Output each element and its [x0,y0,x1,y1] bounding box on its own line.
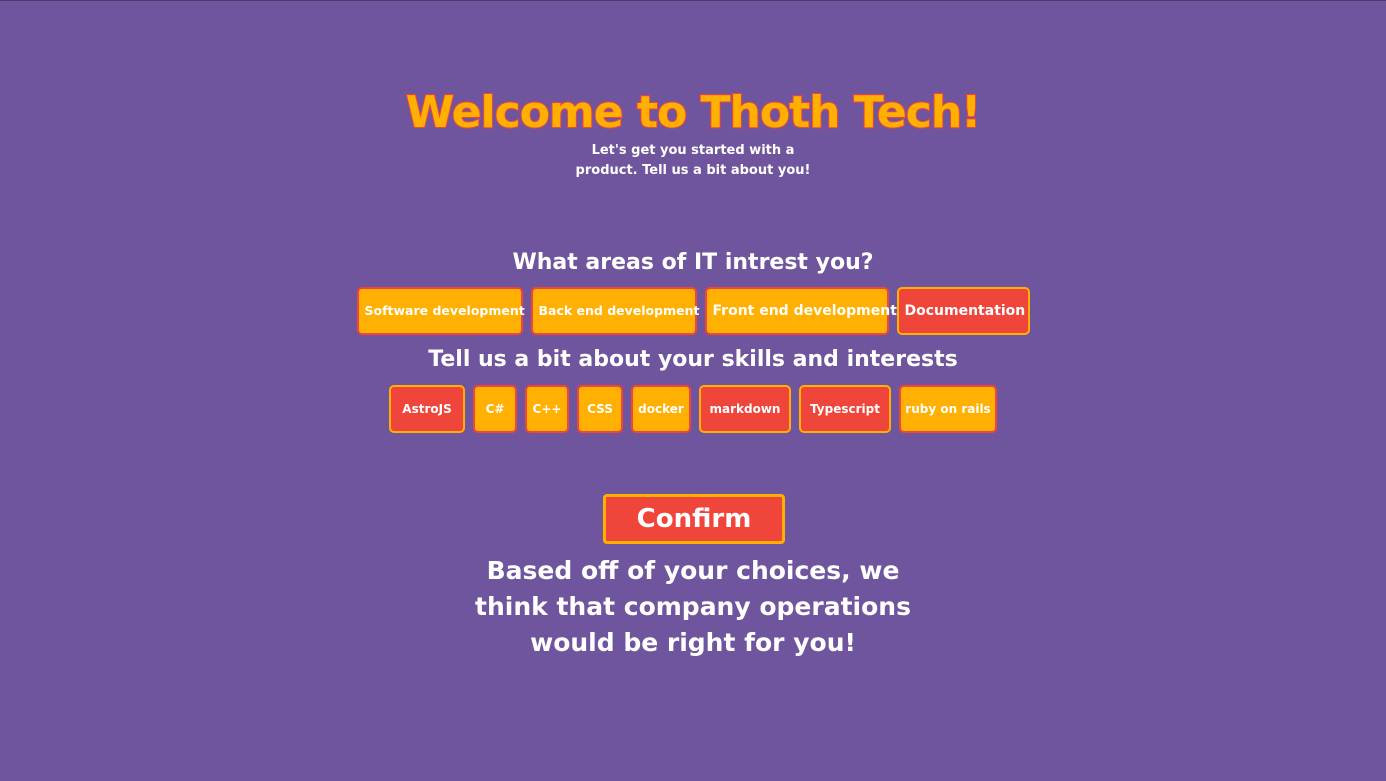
skill-option-typescript[interactable]: Typescript [799,385,891,433]
confirm-button[interactable]: Confirm [603,494,785,544]
skills-heading: Tell us a bit about your skills and inte… [428,347,958,372]
area-option-back-end-development[interactable]: Back end development [530,287,699,335]
skill-option-markdown[interactable]: markdown [699,385,791,433]
page-subtitle: Let's get you started with a product. Te… [575,143,811,178]
skill-option-ruby-on-rails[interactable]: ruby on rails [899,385,997,433]
skill-option-cpp[interactable]: C++ [525,385,569,433]
areas-heading: What areas of IT intrest you? [512,250,874,275]
skill-option-css[interactable]: CSS [577,385,623,433]
skills-options: AstroJS C# C++ CSS docker markdown Types… [0,385,1386,433]
skill-option-astrojs[interactable]: AstroJS [389,385,465,433]
page-title: Welcome to Thoth Tech! [405,86,983,139]
recommendation-text: Based off of your choices, we think that… [475,556,911,657]
areas-options: Software development Back end developmen… [0,287,1386,335]
skill-option-docker[interactable]: docker [631,385,691,433]
onboarding-page: Welcome to Thoth Tech! Let's get you sta… [0,0,1386,781]
area-option-front-end-development[interactable]: Front end development [704,287,897,335]
area-option-documentation[interactable]: Documentation [896,287,1030,335]
area-option-software-development[interactable]: Software development [356,287,525,335]
skill-option-csharp[interactable]: C# [473,385,517,433]
